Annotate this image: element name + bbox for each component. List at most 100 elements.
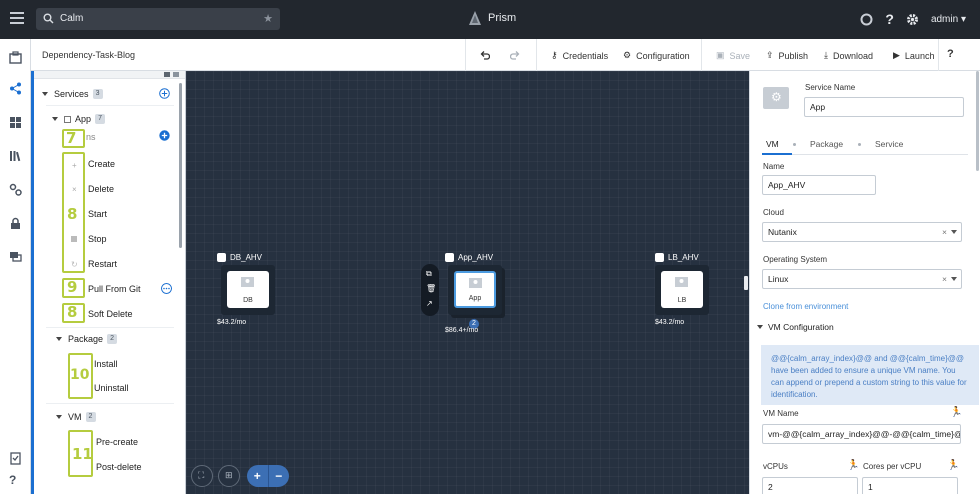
cloud-select[interactable]: Nutanix × <box>762 222 962 242</box>
panel-resize-handle[interactable] <box>744 276 748 290</box>
vcpus-input[interactable]: 2 <box>762 477 858 494</box>
top-bar: Calm ★ Prism ? admin ▾ <box>0 0 980 39</box>
credentials-button[interactable]: ⚷ Credentials <box>551 50 608 61</box>
more-options-icon[interactable] <box>161 283 172 294</box>
vcpus-label: vCPUs <box>763 462 788 471</box>
vm-icon <box>675 277 688 287</box>
app-node[interactable]: App 7 <box>52 114 106 124</box>
tab-vm[interactable]: VM <box>766 139 779 149</box>
service-title: DB_AHV <box>217 253 262 262</box>
help-icon[interactable]: ? <box>9 473 22 487</box>
panel-scrollbar[interactable] <box>976 71 979 171</box>
search-input[interactable]: Calm <box>60 13 83 24</box>
apps-icon[interactable] <box>9 51 22 64</box>
launch-button[interactable]: ▶ Launch <box>893 50 934 61</box>
package-label: Package <box>68 334 104 344</box>
action-pull-from-git[interactable]: Pull From Git <box>88 284 141 294</box>
tab-underline <box>762 153 792 155</box>
library-icon[interactable] <box>9 149 22 162</box>
save-button[interactable]: ▣ Save <box>716 50 750 61</box>
vm-name-input[interactable]: vm-@@{calm_array_index}@@-@@{calm_time}@… <box>762 424 961 444</box>
configuration-button[interactable]: ⚙ Configuration <box>623 50 690 61</box>
services-node[interactable]: Services 3 <box>42 89 103 99</box>
clone-from-environment-link[interactable]: Clone from environment <box>763 302 848 311</box>
vm-node[interactable]: VM 2 <box>56 412 96 422</box>
search-box[interactable]: Calm ★ <box>36 8 280 30</box>
package-uninstall[interactable]: Uninstall <box>94 383 129 393</box>
help-icon[interactable]: ? <box>947 48 954 60</box>
tab-package[interactable]: Package <box>810 139 843 149</box>
zoom-in-button[interactable]: + <box>247 465 268 487</box>
zoom-out-button[interactable]: − <box>267 465 290 487</box>
action-start[interactable]: Start <box>88 209 107 219</box>
action-stop[interactable]: Stop <box>88 234 107 244</box>
package-node[interactable]: Package 2 <box>56 334 118 344</box>
list-icon[interactable] <box>173 72 179 77</box>
blueprint-icon[interactable] <box>9 82 22 95</box>
help-icon[interactable]: ? <box>885 11 894 27</box>
brand: Prism <box>469 11 516 25</box>
app-label: App <box>75 114 92 124</box>
service-card[interactable]: LB <box>661 271 703 308</box>
auto-layout-button[interactable]: ⊞ <box>218 465 240 487</box>
projects-icon[interactable] <box>9 250 22 263</box>
service-card-selected[interactable]: App <box>454 271 496 308</box>
checklist-icon[interactable] <box>9 452 22 465</box>
vm-post-delete[interactable]: Post-delete <box>96 462 142 472</box>
tree-scrollbar[interactable] <box>179 83 182 248</box>
publish-button[interactable]: ⇪ Publish <box>766 50 808 61</box>
gear-icon[interactable] <box>906 13 919 26</box>
vm-name-label: VM Name <box>763 409 799 418</box>
callout-number: 9 <box>67 278 78 296</box>
action-soft-delete[interactable]: Soft Delete <box>88 309 133 319</box>
play-icon: ▶ <box>893 50 900 60</box>
clear-icon[interactable]: × <box>942 270 947 288</box>
copy-icon[interactable]: ⧉ <box>426 269 432 279</box>
chevron-down-icon <box>951 230 957 234</box>
undo-icon[interactable] <box>480 51 490 60</box>
caret-down-icon <box>52 117 58 121</box>
name-label: Name <box>763 162 785 171</box>
add-service-icon[interactable] <box>159 88 170 99</box>
panel-toggle-icon[interactable] <box>164 72 170 77</box>
connect-icon[interactable]: ↗ <box>426 299 433 308</box>
user-menu[interactable]: admin ▾ <box>931 14 966 25</box>
star-icon[interactable]: ★ <box>263 12 273 25</box>
vm-configuration-header[interactable]: VM Configuration <box>757 322 834 332</box>
blueprint-canvas[interactable]: DB_AHV DB $43.2/mo ⧉ 🗑 ↗ App_AHV App 2 $… <box>186 71 749 494</box>
runtime-icon[interactable]: 🏃 <box>947 460 959 471</box>
service-price: $86.4+/mo <box>445 327 479 334</box>
vm-pre-create[interactable]: Pre-create <box>96 437 138 447</box>
action-restart[interactable]: Restart <box>88 259 117 269</box>
runtime-icon[interactable]: 🏃 <box>950 407 962 418</box>
service-name-input[interactable]: App <box>804 97 964 117</box>
action-delete[interactable]: Delete <box>88 184 114 194</box>
action-create[interactable]: Create <box>88 159 115 169</box>
package-install[interactable]: Install <box>94 359 118 369</box>
trash-icon[interactable]: 🗑 <box>426 284 436 293</box>
service-kind-icon <box>217 253 226 262</box>
grid-icon: ⊞ <box>225 470 233 480</box>
callout-number: 8 <box>67 303 78 321</box>
alert-circle-icon[interactable] <box>860 13 873 26</box>
clear-icon[interactable]: × <box>942 223 947 241</box>
add-action-icon[interactable] <box>159 130 170 141</box>
download-button[interactable]: ⤓ Download <box>824 50 873 61</box>
fit-to-screen-button[interactable]: ⛶ <box>191 465 213 487</box>
marketplace-icon[interactable] <box>9 116 22 129</box>
service-card[interactable]: DB <box>227 271 269 308</box>
vm-name-short-input[interactable]: App_AHV <box>762 175 876 195</box>
settings-cog-icon[interactable] <box>9 183 22 196</box>
redo-icon[interactable] <box>510 51 520 60</box>
service-tabs: VM Package Service <box>762 135 968 155</box>
tab-service[interactable]: Service <box>875 139 903 149</box>
os-select[interactable]: Linux × <box>762 269 962 289</box>
cores-per-vcpu-input[interactable]: 1 <box>862 477 958 494</box>
runtime-icon[interactable]: 🏃 <box>847 460 859 471</box>
download-icon: ⤓ <box>824 50 828 60</box>
menu-icon[interactable] <box>10 12 24 24</box>
cloud-value: Nutanix <box>768 227 797 237</box>
lock-icon[interactable] <box>9 217 22 230</box>
actions-header: ns <box>86 132 96 142</box>
service-box: DB <box>221 265 275 315</box>
